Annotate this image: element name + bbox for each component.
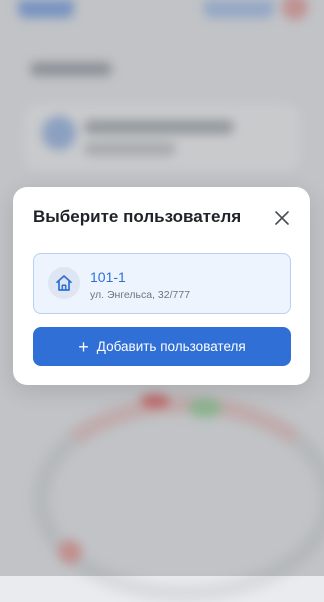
select-user-dialog: Выберите пользователя 101-1 ул. Энгельса… xyxy=(13,187,310,385)
add-user-button[interactable]: + Добавить пользователя xyxy=(33,327,291,366)
user-name: 101-1 xyxy=(90,269,126,285)
add-user-label: Добавить пользователя xyxy=(96,339,246,354)
home-icon xyxy=(56,275,72,291)
plus-icon: + xyxy=(78,336,89,357)
close-button[interactable] xyxy=(270,206,294,230)
dialog-title: Выберите пользователя xyxy=(33,207,242,226)
close-icon xyxy=(275,211,289,225)
user-option[interactable]: 101-1 ул. Энгельса, 32/777 xyxy=(33,253,291,314)
user-address: ул. Энгельса, 32/777 xyxy=(90,289,191,301)
user-avatar xyxy=(48,267,80,299)
